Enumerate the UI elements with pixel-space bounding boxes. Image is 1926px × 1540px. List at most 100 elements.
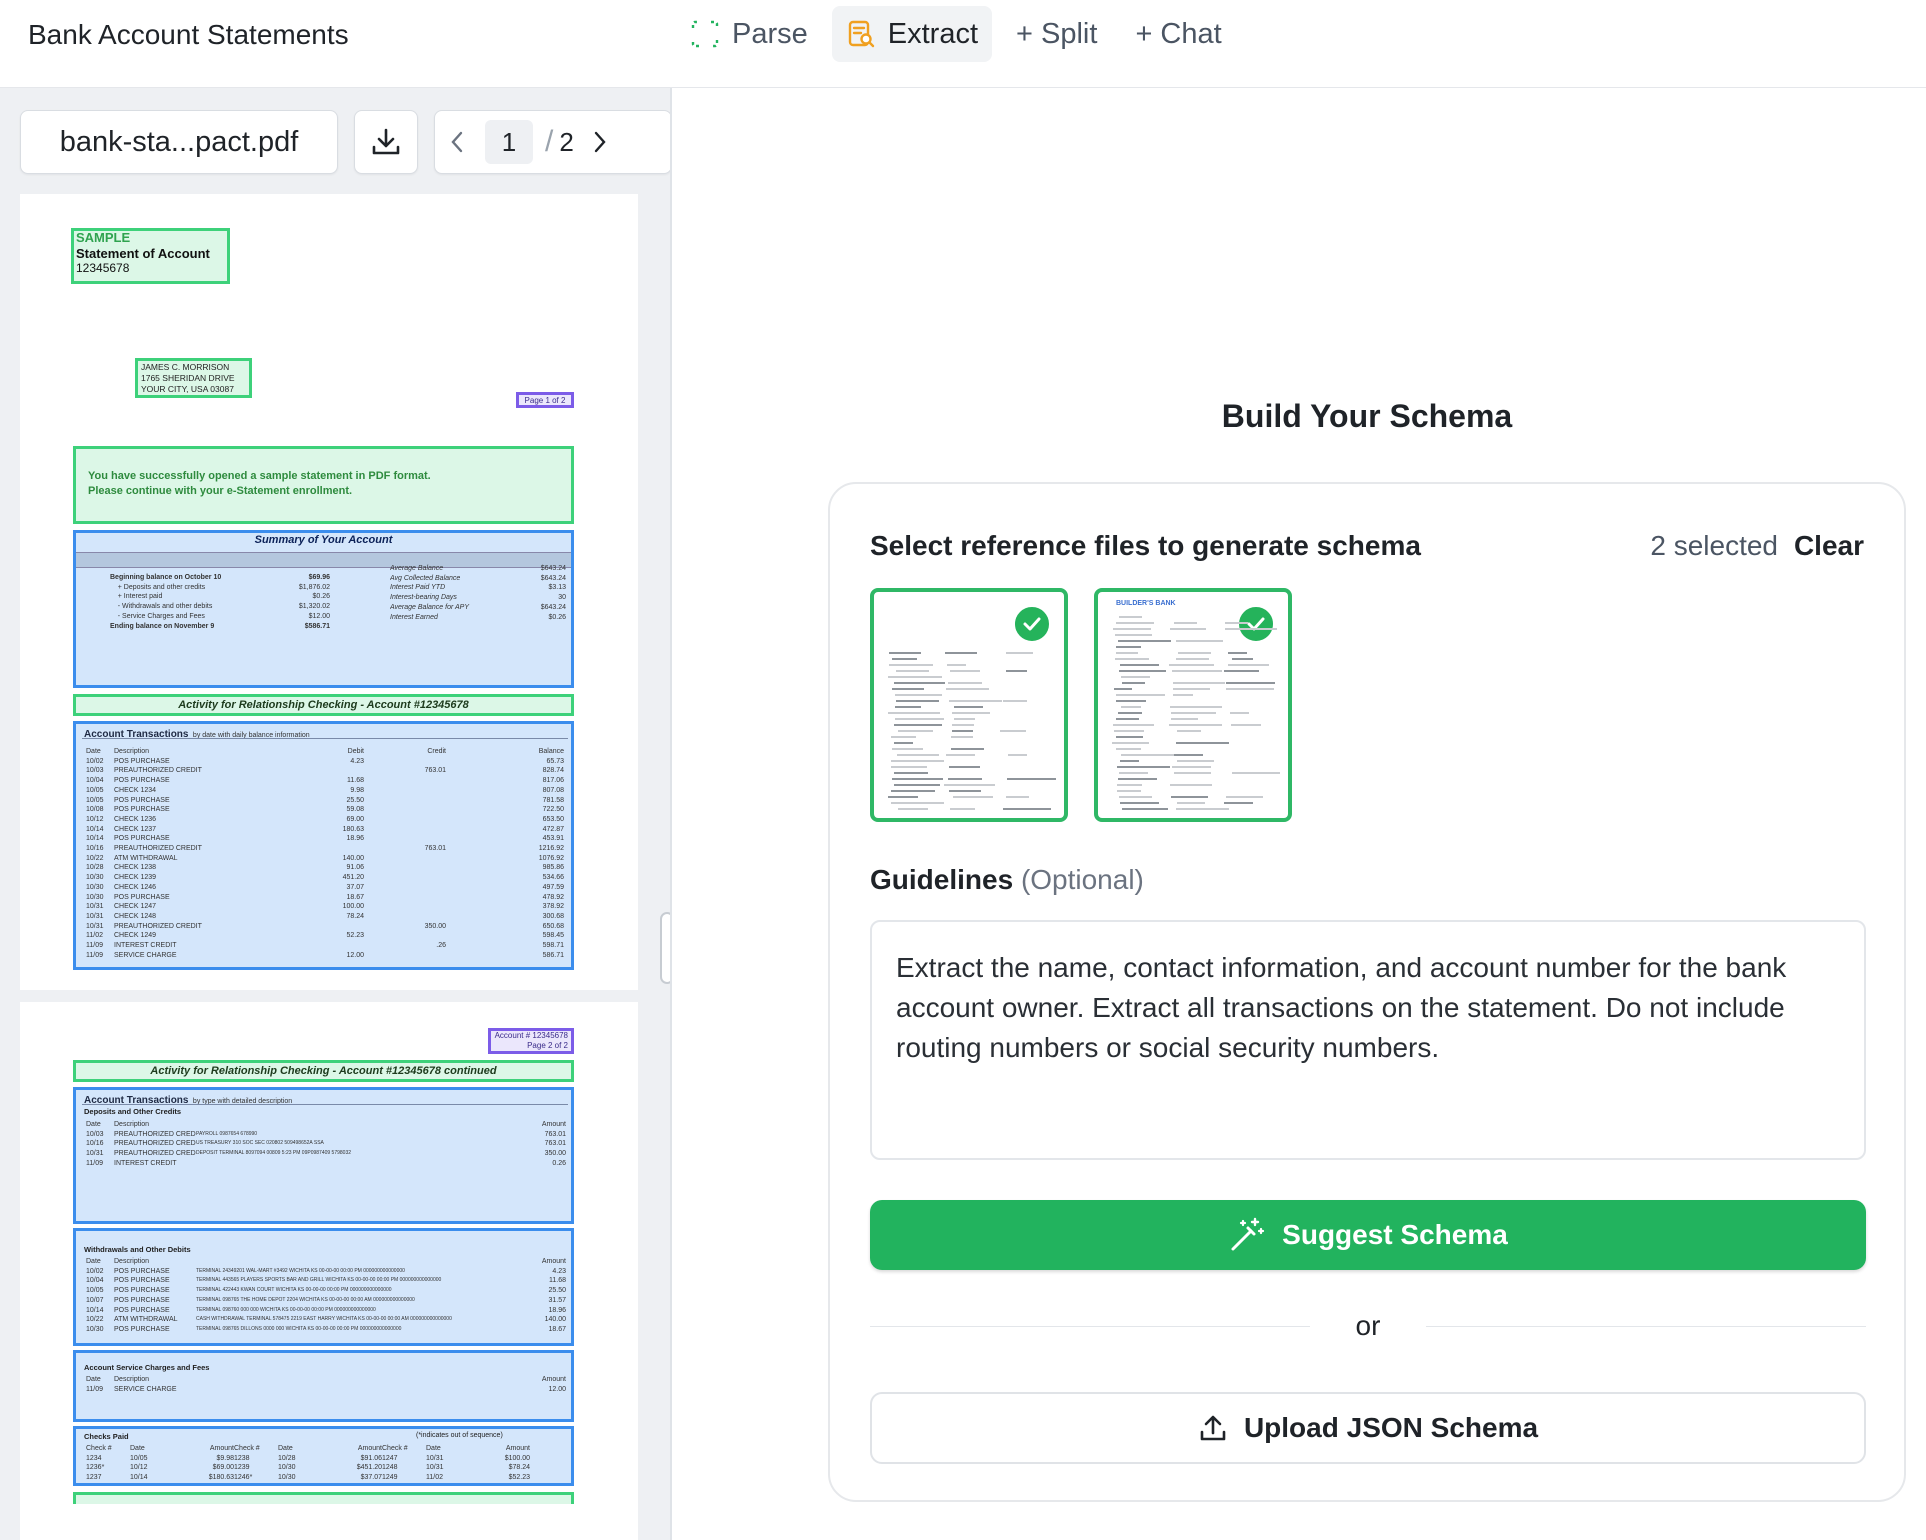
thumb-text-line — [1112, 742, 1150, 744]
fees-block[interactable]: Account Service Charges and Fees Date Des… — [73, 1350, 574, 1422]
page-label-1[interactable]: Page 1 of 2 — [516, 392, 574, 408]
thumb-text-line — [948, 790, 981, 792]
table-cell: 10/22 — [86, 1316, 104, 1324]
page-label-2[interactable]: Account # 12345678 Page 2 of 2 — [488, 1028, 574, 1054]
thumb-text-line — [1002, 808, 1052, 810]
table-cell: PREAUTHORIZED CREDIT — [114, 1140, 196, 1148]
thumb-text-line — [1000, 730, 1027, 732]
sample-label: SAMPLE — [76, 230, 131, 245]
chevron-left-icon — [451, 131, 463, 153]
thumb-text-line — [1116, 718, 1140, 720]
table-cell: $78.24 — [508, 1464, 530, 1472]
thumb-text-line — [1115, 634, 1153, 636]
thumb-text-line — [1113, 730, 1145, 732]
table-cell: TERMINAL 098760 000 000 WICHITA KS 00-00… — [196, 1306, 376, 1313]
current-page-input[interactable]: 1 — [485, 120, 533, 164]
table-cell: 11/02 — [426, 1474, 443, 1482]
thumb-text-line — [1120, 706, 1141, 708]
table-row: 11/02 CHECK 1249 52.23 598.45 — [86, 931, 566, 941]
thumb-text-line — [1224, 802, 1253, 804]
tab-extract[interactable]: Extract — [831, 6, 993, 62]
table-cell: + Deposits and other credits — [110, 583, 206, 591]
table-cell: Amount — [541, 1376, 566, 1383]
upload-json-schema-button[interactable]: Upload JSON Schema — [870, 1392, 1866, 1464]
guidelines-textarea[interactable]: Extract the name, contact information, a… — [870, 920, 1866, 1160]
table-cell: 10/05 — [86, 786, 104, 794]
activity-banner-2[interactable]: Activity for Relationship Checking - Acc… — [73, 1060, 574, 1082]
checks-block[interactable]: Checks Paid (*indicates out of sequence)… — [73, 1426, 574, 1486]
table-cell: Check # — [86, 1445, 112, 1452]
tab-chat[interactable]: + Chat — [1121, 6, 1235, 62]
table-cell: 497.59 — [542, 883, 564, 891]
table-cell: 10/30 — [86, 883, 104, 891]
summary-row: Interest Paid YTD $3.13 — [390, 583, 568, 593]
clear-button[interactable]: Clear — [1794, 530, 1864, 562]
reference-file-thumbnail-1[interactable] — [870, 588, 1068, 822]
activity-banner-1[interactable]: Activity for Relationship Checking - Acc… — [73, 694, 574, 716]
next-page-button[interactable] — [578, 110, 622, 174]
table-cell: 472.87 — [542, 825, 564, 833]
thumb-text-line — [948, 766, 981, 768]
sample-title-block[interactable]: SAMPLE Statement of Account 12345678 — [71, 228, 230, 284]
thumb-text-line — [1231, 772, 1281, 774]
table-row: 10/16 PREAUTHORIZED CREDIT US TREASURY 310… — [86, 1139, 566, 1149]
page-navigator: 1 / 2 — [434, 110, 670, 174]
table-header: Date Description Amount — [86, 1375, 566, 1385]
withdrawals-block[interactable]: Withdrawals and Other Debits Date Descrip… — [73, 1228, 574, 1346]
table-cell: Date — [86, 1376, 101, 1383]
table-cell: $3.13 — [548, 584, 566, 592]
table-row: 10/30 CHECK 1246 37.07 497.59 — [86, 883, 566, 893]
table-cell: $37.07 — [360, 1474, 382, 1482]
tab-split[interactable]: + Split — [1002, 6, 1111, 62]
table-cell: 453.91 — [542, 835, 564, 843]
thumb-text-line — [1120, 802, 1159, 804]
address-block[interactable]: JAMES C. MORRISON 1765 SHERIDAN DRIVE YO… — [135, 358, 252, 398]
table-cell: Amount — [209, 1445, 234, 1452]
table-cell: 11/09 — [86, 951, 103, 959]
tab-parse[interactable]: Parse — [676, 6, 822, 62]
table-cell: 11/09 — [86, 942, 103, 950]
thumb-text-line — [1173, 688, 1210, 690]
table-cell: TERMINAL 098765 DILLONS 0000 000 WICHITA… — [196, 1325, 402, 1332]
table-cell: 650.68 — [542, 922, 564, 930]
download-button[interactable] — [354, 110, 418, 174]
tab-extract-label: Extract — [887, 17, 979, 50]
suggest-schema-button[interactable]: Suggest Schema — [870, 1200, 1866, 1270]
pane-resize-handle[interactable] — [660, 912, 670, 984]
thumb-text-line — [1175, 808, 1229, 810]
summary-row: + Deposits and other credits $1,876.02 — [110, 583, 340, 593]
table-cell: 10/08 — [86, 806, 104, 814]
filename-chip[interactable]: bank-sta...pact.pdf — [20, 110, 338, 174]
thumb-text-line — [1118, 778, 1157, 780]
table-cell: Interest-bearing Days — [390, 594, 457, 602]
thumb-text-line — [1173, 772, 1212, 774]
thumb-text-line — [1173, 622, 1197, 624]
summary-block[interactable]: Summary of Your Account Beginning balanc… — [73, 530, 574, 688]
table-cell: POS PURCHASE — [114, 1287, 170, 1295]
thumb-text-line — [944, 784, 996, 786]
table-cell: POS PURCHASE — [114, 806, 170, 814]
table-cell: 52.23 — [346, 932, 364, 940]
table-cell: 985.86 — [542, 864, 564, 872]
thumb-text-line — [1176, 802, 1205, 804]
thumb-text-line — [1008, 754, 1028, 756]
table-cell: PREAUTHORIZED CREDIT — [114, 1130, 196, 1138]
reference-file-thumbnail-2[interactable]: BUILDER'S BANK — [1094, 588, 1292, 822]
table-cell — [282, 941, 364, 951]
table-cell: Amount — [357, 1445, 382, 1452]
summary-row: - Service Charges and Fees $12.00 — [110, 612, 340, 622]
next-block[interactable] — [73, 1492, 574, 1504]
table-cell: INTEREST CREDIT — [114, 1159, 177, 1167]
table-header: Date Description Debit Credit Balance — [86, 747, 566, 757]
upload-json-schema-label: Upload JSON Schema — [1243, 1412, 1539, 1443]
notice-block[interactable]: You have successfully opened a sample st… — [73, 446, 574, 524]
table-cell: ATM WITHDRAWAL — [114, 1316, 178, 1324]
thumb-text-line — [953, 718, 976, 720]
thumb-text-line — [1121, 808, 1169, 810]
prev-page-button[interactable] — [435, 110, 479, 174]
deposits-block[interactable]: Account Transactions by type with detail… — [73, 1087, 574, 1224]
table-cell: POS PURCHASE — [114, 1267, 170, 1275]
transactions-block-1[interactable]: Account Transactions by date with daily … — [73, 721, 574, 970]
thumb-text-line — [1229, 712, 1250, 714]
guidelines-optional-tag: (Optional) — [1020, 864, 1144, 895]
